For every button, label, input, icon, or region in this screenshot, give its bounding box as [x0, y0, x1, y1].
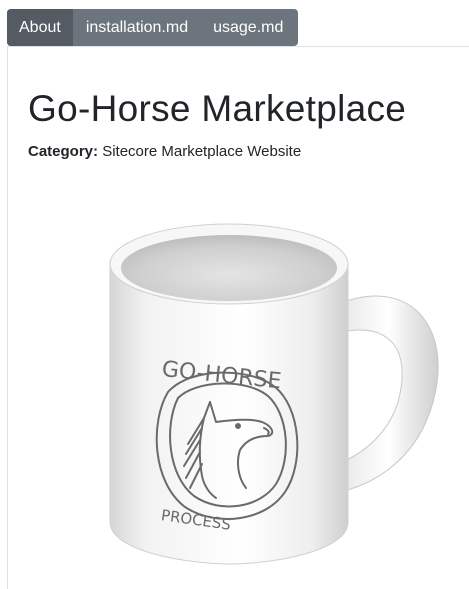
mug-inside: [121, 235, 337, 301]
mug-handle: [337, 295, 439, 493]
tab-bar: About installation.md usage.md: [7, 9, 298, 46]
category-value: Sitecore Marketplace Website: [102, 143, 302, 160]
page-title: Go-Horse Marketplace: [28, 88, 407, 129]
category-label: Category:: [28, 143, 99, 160]
tab-installation[interactable]: installation.md: [73, 9, 200, 46]
category-line: Category: Sitecore Marketplace Website: [28, 142, 301, 162]
tab-about[interactable]: About: [7, 9, 73, 46]
tab-usage[interactable]: usage.md: [200, 9, 295, 46]
mug-image: GO-HORSE PROCESS: [109, 223, 439, 565]
